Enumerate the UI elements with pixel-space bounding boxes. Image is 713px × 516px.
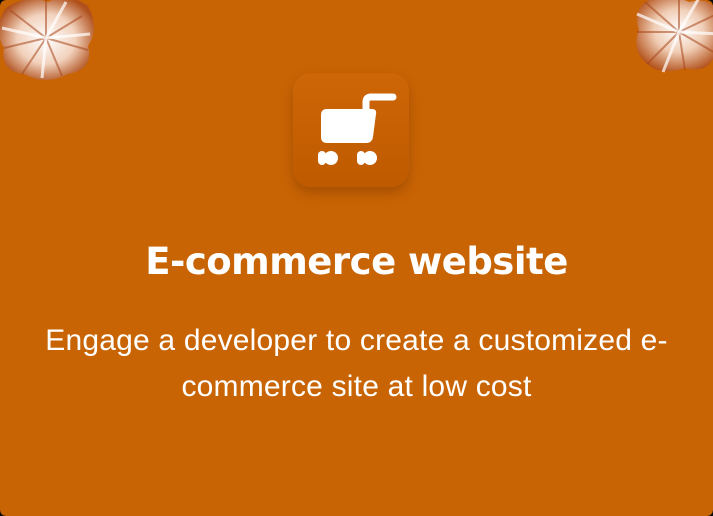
shopping-cart-icon [293,73,409,187]
feature-card: E-commerce website Engage a developer to… [0,0,713,516]
card-title: E-commerce website [145,240,568,283]
card-description: Engage a developer to create a customize… [45,324,668,403]
app-icon-tile [293,73,409,187]
